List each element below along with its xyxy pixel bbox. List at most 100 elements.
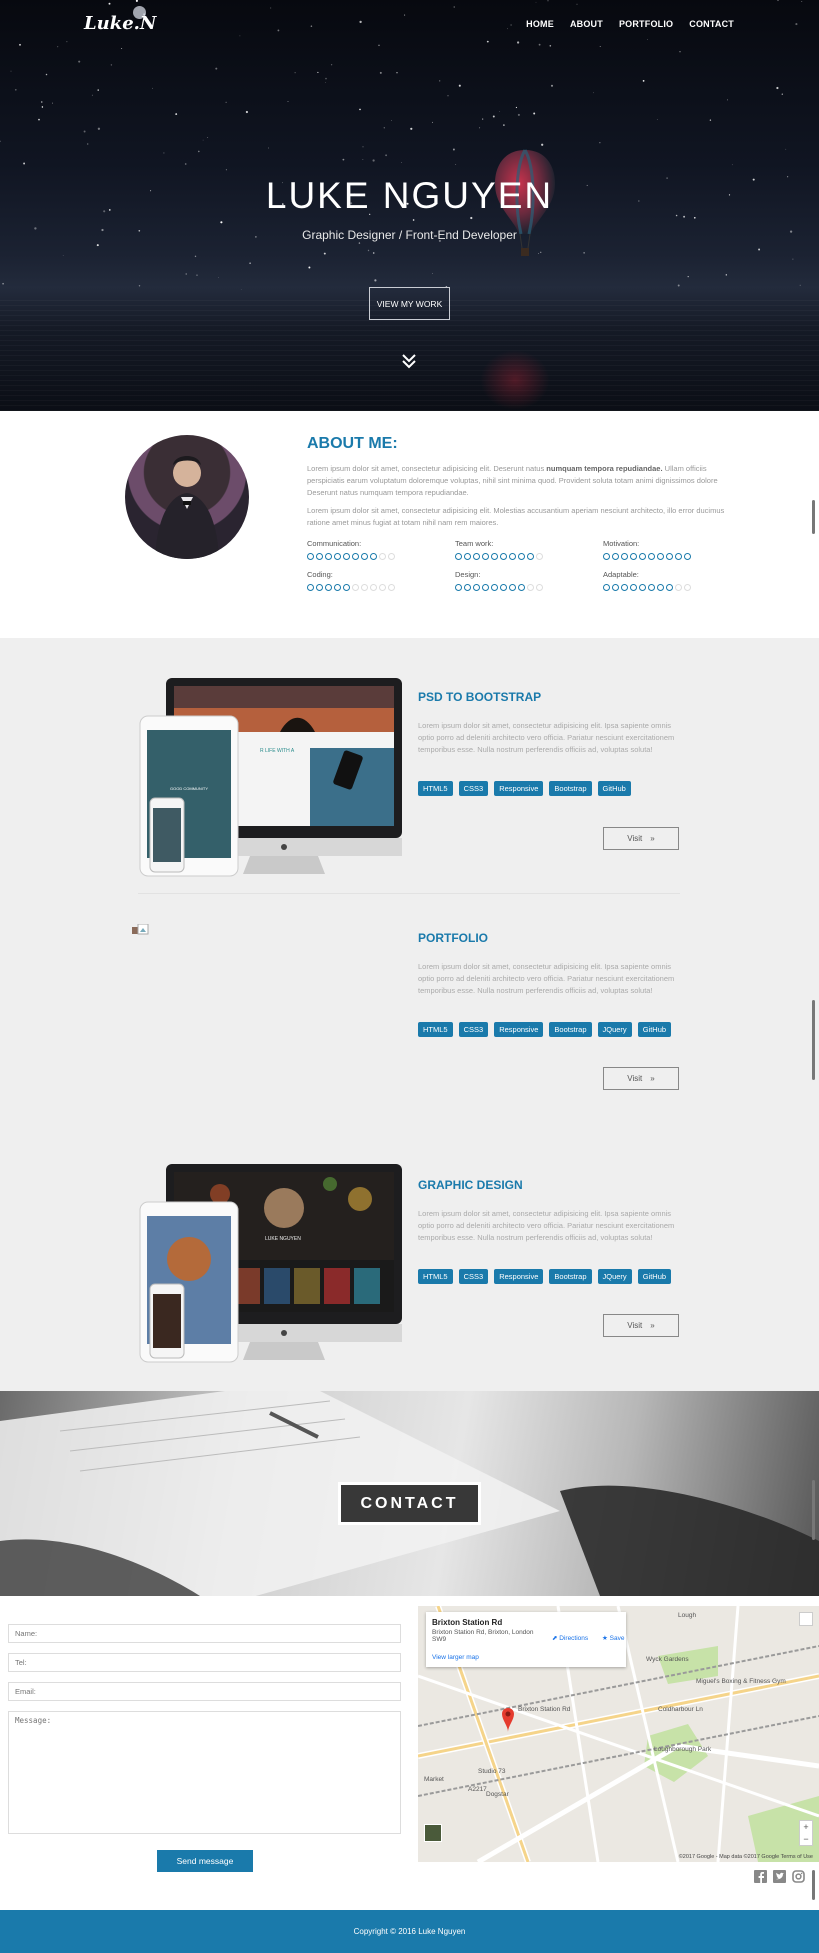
star [45, 73, 48, 76]
star [547, 0, 549, 2]
twitter-icon[interactable] [773, 1870, 786, 1883]
star [362, 146, 364, 148]
nav-home[interactable]: HOME [526, 19, 554, 29]
rating-dot [527, 553, 534, 560]
map-zoom-control[interactable]: + − [799, 1820, 813, 1846]
star [51, 102, 54, 104]
star [541, 143, 544, 146]
social-links [754, 1870, 805, 1883]
star [593, 92, 595, 94]
message-field[interactable] [8, 1711, 401, 1834]
tel-field[interactable] [8, 1653, 401, 1672]
rating-dot [509, 553, 516, 560]
star [294, 72, 296, 74]
nav-portfolio[interactable]: PORTFOLIO [619, 19, 673, 29]
satellite-toggle[interactable] [424, 1824, 442, 1842]
scrollbar-thumb[interactable] [812, 1870, 815, 1900]
about-title: ABOUT ME: [307, 435, 398, 452]
main-nav: HOME ABOUT PORTFOLIO CONTACT [526, 19, 734, 29]
skill-item: Adaptable: [603, 570, 751, 591]
view-larger-map-link[interactable]: View larger map [432, 1654, 479, 1661]
star [194, 255, 197, 258]
star [374, 279, 377, 282]
rating-dot [603, 553, 610, 560]
svg-text:GOOD COMMUNITY: GOOD COMMUNITY [170, 786, 208, 791]
star [479, 127, 481, 129]
map-address: Brixton Station Rd, Brixton, London SW9 [432, 1629, 534, 1643]
star [486, 40, 489, 43]
visit-button[interactable]: Visit » [603, 827, 679, 850]
tag: Responsive [494, 781, 544, 796]
star [599, 46, 601, 47]
facebook-icon[interactable] [754, 1870, 767, 1883]
google-map[interactable]: Brixton Station Rd Brixton Station Rd, B… [418, 1606, 819, 1862]
scrollbar-thumb[interactable] [812, 1000, 815, 1080]
rating-dot [621, 584, 628, 591]
star [184, 163, 187, 165]
star [152, 87, 153, 89]
star [503, 124, 505, 126]
name-field[interactable] [8, 1624, 401, 1643]
tag: Responsive [494, 1269, 544, 1284]
scrollbar-thumb[interactable] [812, 1480, 815, 1540]
tag: CSS3 [458, 1269, 489, 1284]
skill-label: Coding: [307, 570, 333, 579]
rating-dot [361, 584, 368, 591]
star [432, 121, 433, 123]
project-description: Lorem ipsum dolor sit amet, consectetur … [418, 962, 675, 995]
skill-label: Motivation: [603, 539, 640, 548]
project-mockup-image: R LIFE WITH A GOOD COMMUNITY [139, 678, 402, 877]
map-label: Studio 73 [478, 1768, 506, 1775]
visit-label: Visit [627, 834, 643, 843]
street-view-pegman-icon[interactable] [799, 1612, 813, 1626]
rating-dot [370, 553, 377, 560]
rating-dot [639, 584, 646, 591]
nav-contact[interactable]: CONTACT [689, 19, 734, 29]
scrollbar-thumb[interactable] [812, 500, 815, 534]
rating-dot [343, 553, 350, 560]
star [447, 95, 449, 97]
chevron-right-icon: » [650, 1074, 655, 1083]
rating-dot [603, 584, 610, 591]
rating-dot [639, 553, 646, 560]
view-my-work-button[interactable]: VIEW MY WORK [369, 287, 450, 320]
chevron-right-icon: » [650, 1321, 655, 1330]
email-field[interactable] [8, 1682, 401, 1701]
star [96, 244, 99, 247]
nav-about[interactable]: ABOUT [570, 19, 603, 29]
skill-label: Design: [455, 570, 481, 579]
rating-dot [379, 553, 386, 560]
skill-rating [455, 553, 603, 560]
star [510, 24, 512, 26]
star [240, 289, 242, 290]
star [185, 273, 187, 275]
star [642, 80, 645, 82]
rating-dot [334, 584, 341, 591]
rating-dot [343, 584, 350, 591]
chevron-double-down-icon[interactable] [400, 352, 418, 370]
visit-button[interactable]: Visit » [603, 1314, 679, 1337]
map-info-card: Brixton Station Rd Brixton Station Rd, B… [426, 1612, 626, 1667]
map-label: Market [424, 1776, 444, 1783]
rating-dot [648, 584, 655, 591]
star [358, 242, 361, 244]
visit-button[interactable]: Visit » [603, 1067, 679, 1090]
star [693, 216, 696, 219]
send-message-button[interactable]: Send message [157, 1850, 253, 1872]
star [647, 39, 648, 41]
star [310, 25, 313, 27]
site-logo[interactable]: Luke.N [84, 13, 156, 34]
rating-dot [491, 584, 498, 591]
instagram-icon[interactable] [792, 1870, 805, 1883]
tag: Bootstrap [549, 1022, 592, 1037]
directions-link[interactable]: ⬈ Directions [552, 1634, 588, 1642]
star [218, 277, 219, 278]
save-link[interactable]: ★ Save [602, 1634, 624, 1642]
star [470, 216, 473, 220]
star [78, 60, 81, 63]
star [135, 0, 138, 2]
star [23, 162, 26, 165]
star [396, 72, 398, 74]
profile-photo [125, 435, 249, 559]
star [163, 152, 165, 154]
